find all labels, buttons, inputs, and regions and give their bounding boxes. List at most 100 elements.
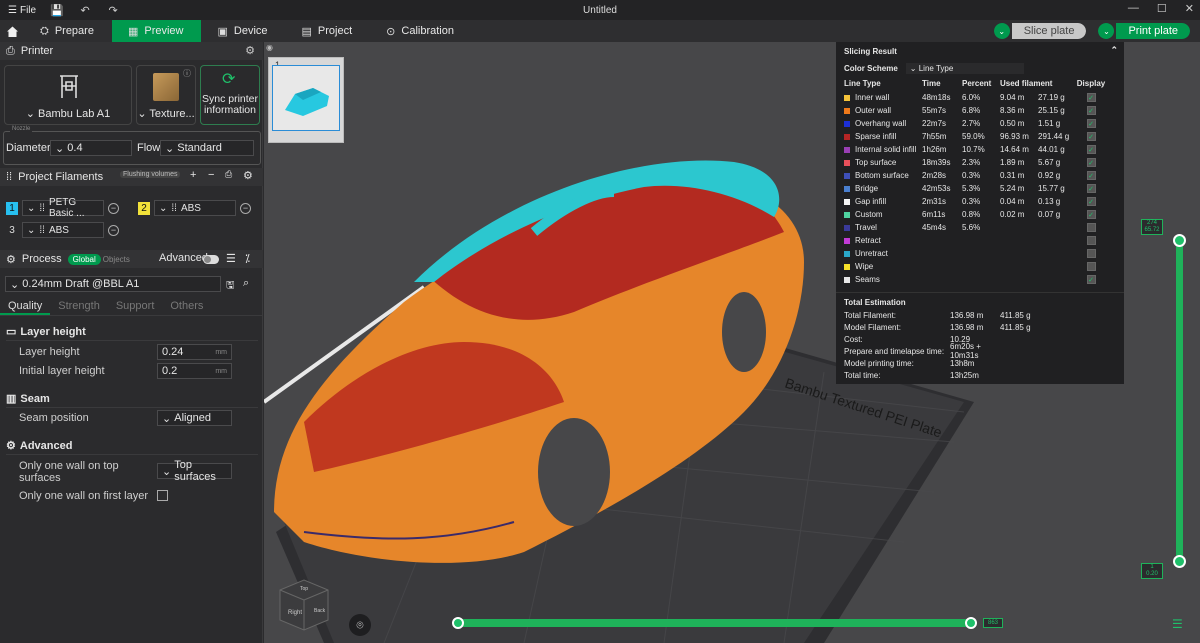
- layer-slider-top-handle[interactable]: [1173, 234, 1186, 247]
- print-plate-button[interactable]: ⌄ Print plate: [1098, 23, 1190, 39]
- display-checkbox[interactable]: [1086, 249, 1096, 258]
- tab-support[interactable]: Support: [108, 298, 163, 315]
- total-value: 6m20s + 10m31s: [950, 342, 981, 360]
- display-checkbox[interactable]: [1086, 223, 1096, 232]
- remove-filament-icon[interactable]: −: [240, 202, 251, 214]
- filament-select[interactable]: ⌄ ⁞⁞ ABS: [154, 200, 236, 216]
- one-wall-top-label-2: surfaces: [19, 472, 61, 484]
- column-header: Used filament: [1000, 79, 1053, 88]
- screenshot-icon[interactable]: ⌾: [349, 614, 371, 636]
- maximize-icon[interactable]: ☐: [1157, 2, 1167, 15]
- display-checkbox[interactable]: ✓: [1086, 197, 1096, 206]
- line-type-percent: 10.7%: [962, 145, 985, 154]
- sidebar: ⎙ Printer ⚙ ⌄ Bambu Lab A1 ⓘ ⌄ Texture..…: [0, 42, 263, 643]
- minimize-icon[interactable]: —: [1128, 2, 1139, 15]
- undo-icon[interactable]: ↶: [78, 3, 92, 17]
- info-icon[interactable]: ⓘ: [183, 68, 191, 79]
- one-wall-top-select[interactable]: ⌄ Top surfaces: [157, 459, 232, 483]
- process-preset-select[interactable]: ⌄ 0.24mm Draft @BBL A1: [5, 276, 221, 292]
- chevron-down-icon[interactable]: ⌄: [1098, 23, 1115, 39]
- slice-plate-button[interactable]: ⌄ Slice plate: [993, 23, 1087, 39]
- display-checkbox[interactable]: ✓: [1086, 106, 1096, 115]
- gear-icon[interactable]: ⚙: [245, 44, 255, 57]
- display-checkbox[interactable]: ✓: [1086, 145, 1096, 154]
- layer-height-input[interactable]: 0.24 mm: [157, 344, 232, 360]
- filament-select[interactable]: ⌄ ⁞⁞ PETG Basic ...: [22, 197, 104, 219]
- line-type-length: 1.89 m: [1000, 158, 1025, 167]
- compare-icon[interactable]: ⁒: [245, 252, 250, 265]
- move-slider-end-handle[interactable]: [965, 617, 977, 629]
- home-icon[interactable]: [0, 20, 24, 42]
- tab-quality[interactable]: Quality: [0, 298, 51, 315]
- color-scheme-value: Line Type: [918, 63, 954, 73]
- nozzle-settings: Nozzle Diameter ⌄ 0.4 Flow ⌄ Standard: [3, 126, 261, 165]
- display-checkbox[interactable]: [1086, 236, 1096, 245]
- tab-strength[interactable]: Strength: [50, 298, 108, 315]
- tab-prepare[interactable]: ⛭ Prepare: [24, 20, 112, 42]
- list-icon[interactable]: ☰: [226, 252, 236, 265]
- one-wall-top-label: Only one wall on top surfaces: [19, 460, 119, 484]
- display-checkbox[interactable]: ✓: [1086, 132, 1096, 141]
- tab-calibration[interactable]: ⊙ Calibration: [370, 20, 472, 42]
- filament-select[interactable]: ⌄ ⁞⁞ ABS: [22, 222, 104, 238]
- printer-selector[interactable]: ⌄ Bambu Lab A1: [4, 65, 132, 125]
- close-icon[interactable]: ✕: [1185, 2, 1194, 15]
- tab-others[interactable]: Others: [162, 298, 211, 315]
- display-checkbox[interactable]: ✓: [1086, 119, 1096, 128]
- objects-toggle[interactable]: Objects: [103, 255, 130, 264]
- display-checkbox[interactable]: ✓: [1086, 210, 1096, 219]
- layer-range-slider[interactable]: [1176, 240, 1183, 562]
- search-icon[interactable]: ⌕: [243, 277, 249, 290]
- top-layer-height: 65.72: [1144, 227, 1160, 233]
- move-slider[interactable]: [458, 619, 972, 627]
- save-preset-icon[interactable]: 🖫: [226, 278, 235, 295]
- filament-slot-1[interactable]: 1 ⌄ ⁞⁞ PETG Basic ... −: [6, 197, 119, 219]
- flushing-volumes-button[interactable]: Flushing volumes: [120, 171, 181, 178]
- line-type-time: 45m4s: [922, 223, 947, 232]
- layers-icon[interactable]: ☰: [1172, 617, 1183, 631]
- remove-filament-icon[interactable]: −: [208, 169, 214, 181]
- add-filament-icon[interactable]: +: [190, 169, 196, 181]
- diameter-label: Diameter: [6, 142, 51, 154]
- display-checkbox[interactable]: ✓: [1086, 171, 1096, 180]
- display-checkbox[interactable]: ✓: [1086, 158, 1096, 167]
- advanced-toggle[interactable]: [203, 255, 219, 264]
- save-icon[interactable]: 💾: [50, 3, 64, 17]
- tab-device[interactable]: ▣ Device: [201, 20, 285, 42]
- display-checkbox[interactable]: ✓: [1086, 184, 1096, 193]
- color-scheme-select[interactable]: ⌄ Line Type: [905, 62, 1024, 74]
- collapse-icon[interactable]: ⌃: [1110, 45, 1118, 56]
- filament-slot-2[interactable]: 2 ⌄ ⁞⁞ ABS −: [138, 200, 251, 216]
- sync-filament-icon[interactable]: ⎙: [225, 169, 232, 180]
- tab-preview[interactable]: ▦ Preview: [111, 20, 202, 42]
- remove-filament-icon[interactable]: −: [108, 224, 119, 236]
- view-cube[interactable]: Top Right Back: [276, 576, 332, 632]
- initial-layer-height-label: Initial layer height: [19, 365, 105, 377]
- plate-texture-swatch: [153, 73, 179, 101]
- diameter-select[interactable]: ⌄ 0.4: [50, 140, 132, 156]
- move-slider-start-handle[interactable]: [452, 617, 464, 629]
- redo-icon[interactable]: ↷: [106, 3, 120, 17]
- bottom-layer-number: 1: [1150, 564, 1154, 570]
- filament-settings-icon[interactable]: ⚙: [243, 169, 253, 182]
- display-checkbox[interactable]: [1086, 262, 1096, 271]
- display-checkbox[interactable]: ✓: [1086, 93, 1096, 102]
- initial-layer-height-input[interactable]: 0.2 mm: [157, 363, 232, 379]
- filament-slot-3[interactable]: 3 ⌄ ⁞⁞ ABS −: [6, 222, 119, 238]
- layer-slider-bottom-handle[interactable]: [1173, 555, 1186, 568]
- one-wall-first-layer-checkbox[interactable]: [157, 490, 168, 501]
- flow-select[interactable]: ⌄ Standard: [160, 140, 254, 156]
- display-checkbox[interactable]: ✓: [1086, 275, 1096, 284]
- total-key: Total time:: [844, 370, 881, 380]
- line-type-row: Sparse infill 7h55m 59.0% 96.93 m 291.44 g ✓: [836, 130, 1124, 143]
- global-toggle[interactable]: Global: [67, 253, 101, 265]
- plate-type-selector[interactable]: ⓘ ⌄ Texture...: [136, 65, 196, 125]
- tab-project[interactable]: ▤ Project: [286, 20, 371, 42]
- line-type-name-cell: Top surface: [844, 158, 922, 167]
- sync-printer-button[interactable]: ⟳ Sync printer information: [200, 65, 260, 125]
- line-type-swatch: [844, 224, 850, 231]
- chevron-down-icon[interactable]: ⌄: [993, 23, 1010, 39]
- seam-position-select[interactable]: ⌄ Aligned: [157, 410, 232, 426]
- remove-filament-icon[interactable]: −: [108, 202, 119, 214]
- file-menu[interactable]: ☰ File: [0, 5, 36, 16]
